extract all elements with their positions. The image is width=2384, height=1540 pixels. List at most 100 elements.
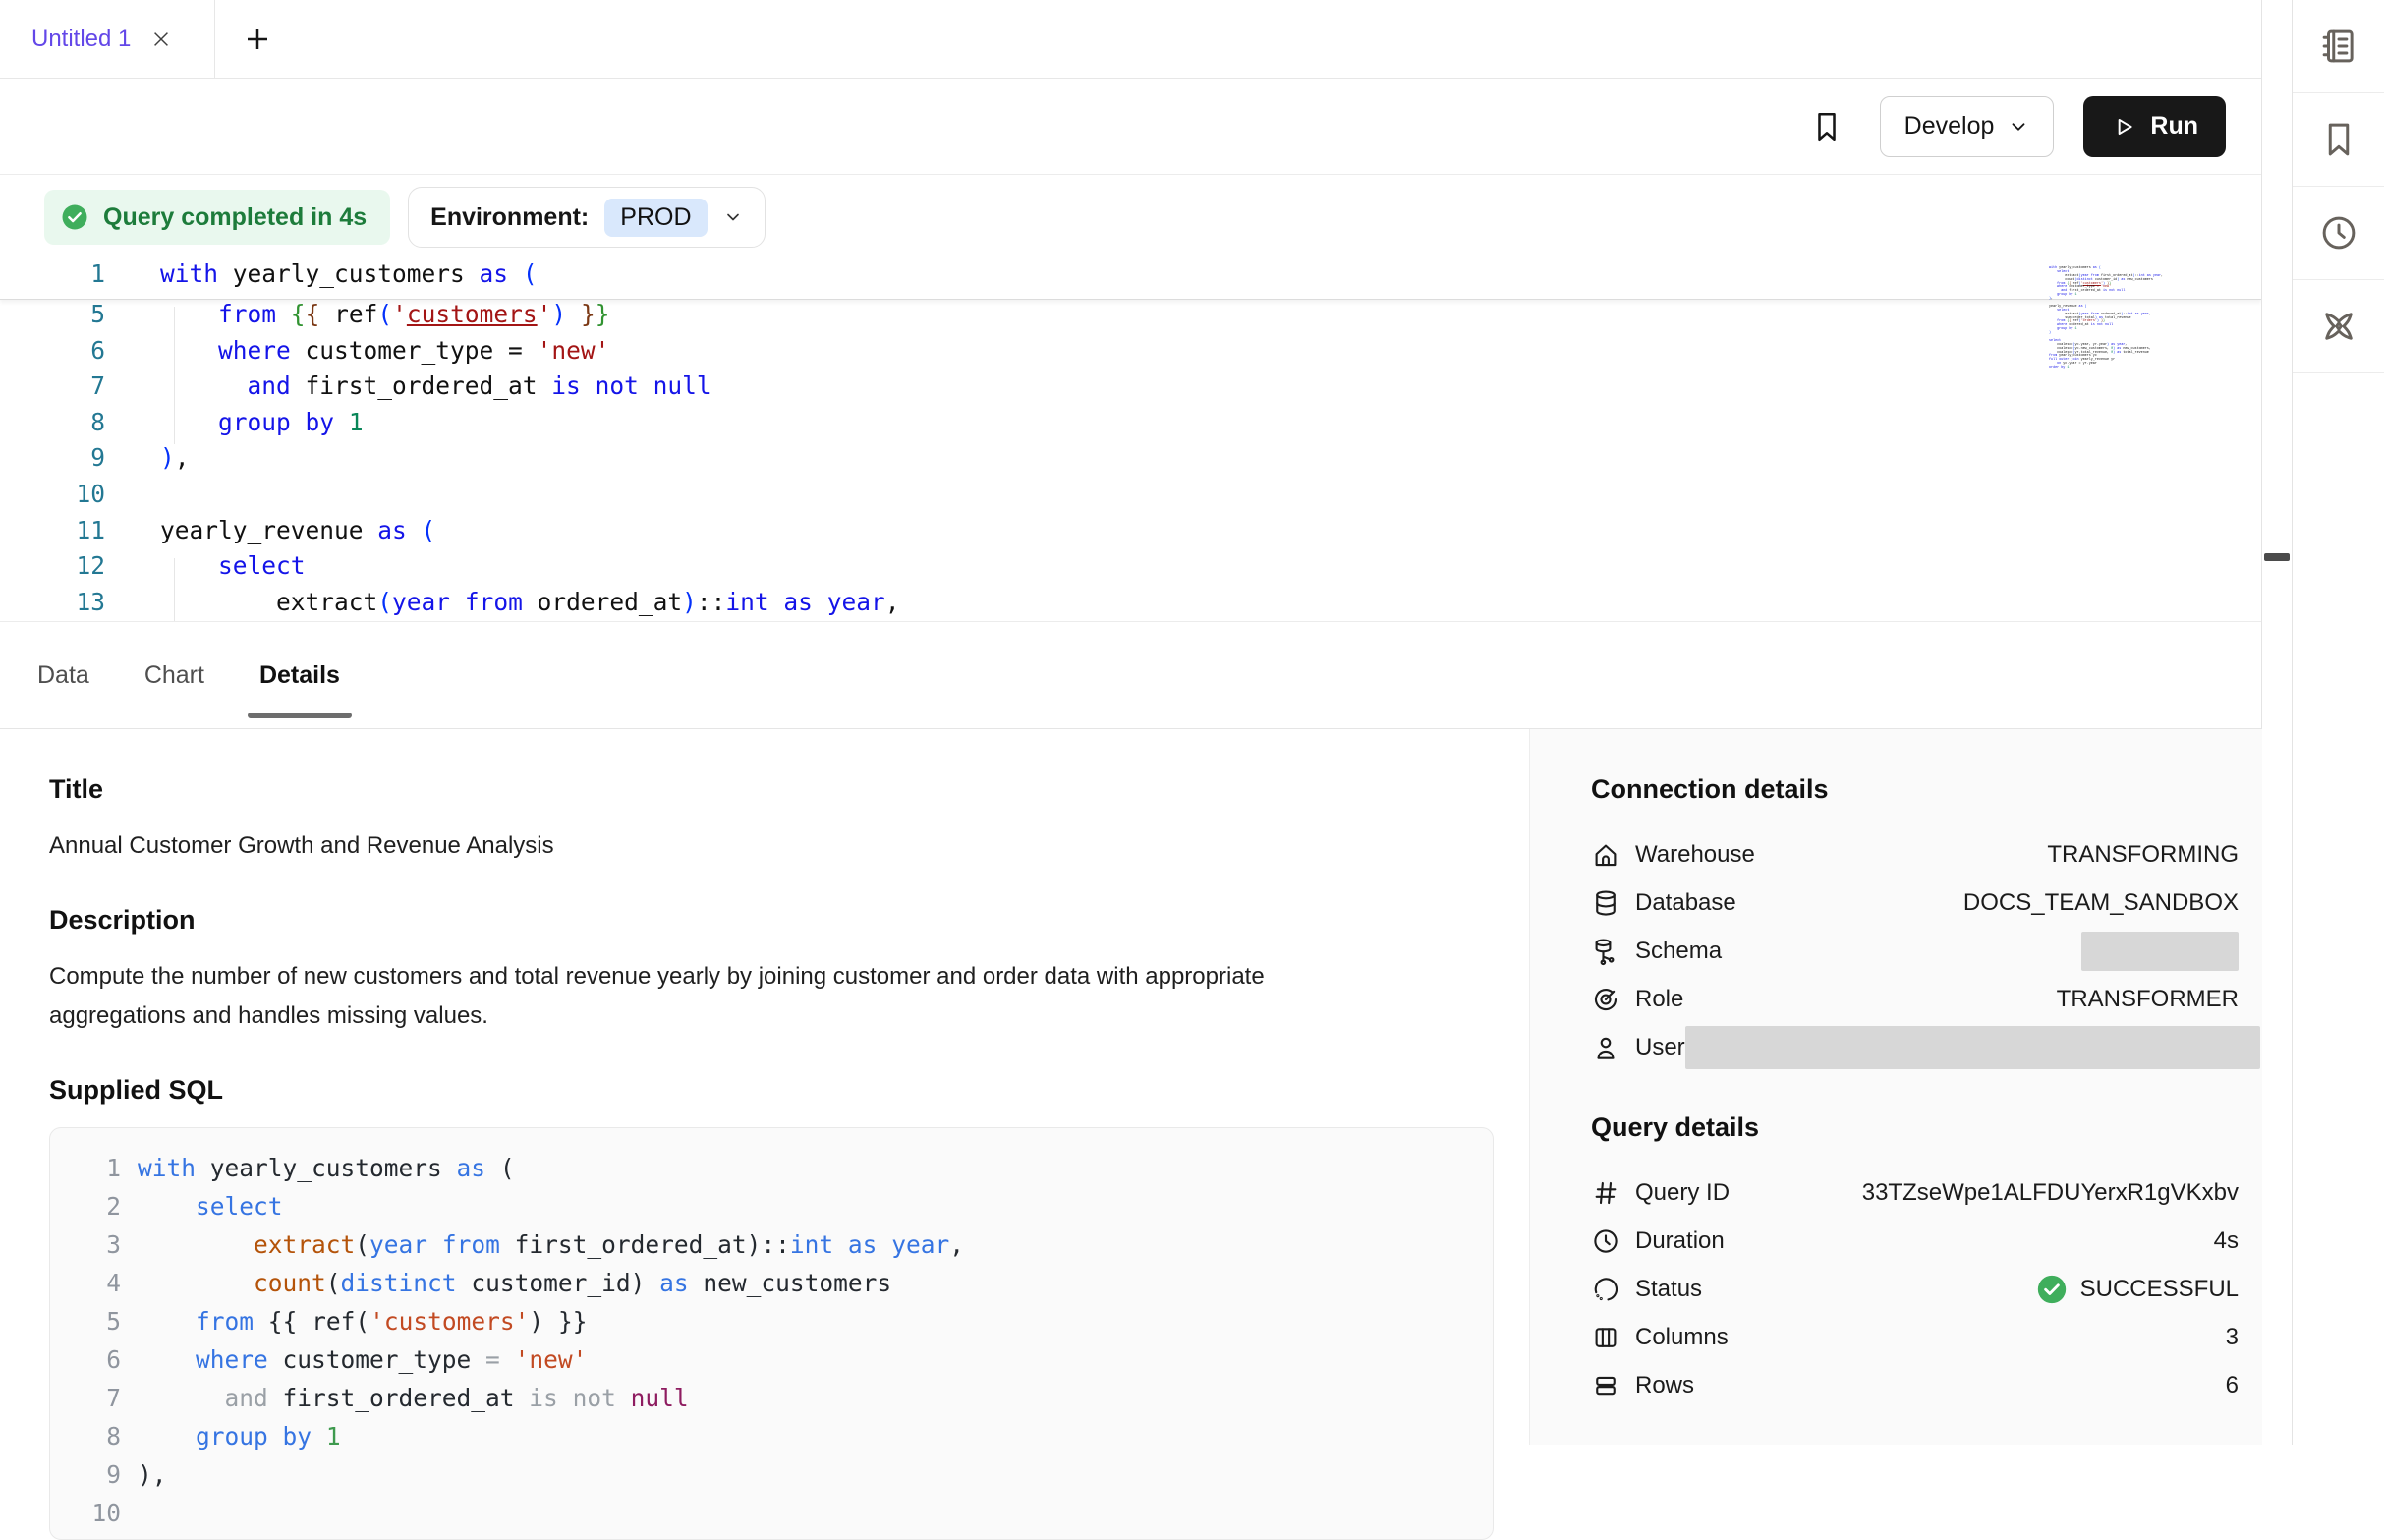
connection-details-list: Warehouse TRANSFORMING DatabaseDOCS_TEAM_S… bbox=[1591, 830, 2239, 1071]
detail-value-text: TRANSFORMER bbox=[2057, 986, 2239, 1013]
code-line: 9), bbox=[50, 1460, 1493, 1499]
code-line: 13 extract(year from ordered_at)::int as… bbox=[0, 588, 2261, 621]
line-number: 1 bbox=[50, 1154, 121, 1182]
detail-row: DatabaseDOCS_TEAM_SANDBOX bbox=[1591, 879, 2239, 927]
line-number: 7 bbox=[50, 1384, 121, 1412]
app-window: Untitled 1 Develop Run bbox=[0, 0, 2384, 1445]
detail-value bbox=[2081, 932, 2239, 971]
sticky-scroll-line[interactable]: 1with yearly_customers as ( bbox=[0, 259, 2261, 300]
detail-value-text: 6 bbox=[2226, 1372, 2239, 1399]
detail-label: Warehouse bbox=[1635, 841, 1755, 869]
panel-splitter[interactable] bbox=[2262, 0, 2293, 1445]
detail-value-text: 33TZseWpe1ALFDUYerxR1gVKxbv bbox=[1862, 1179, 2239, 1207]
clock-icon bbox=[1591, 1226, 1620, 1256]
details-main: Title Annual Customer Growth and Revenue… bbox=[0, 729, 1529, 1445]
chevron-down-icon bbox=[723, 207, 743, 227]
code-line: 2 select bbox=[50, 1192, 1493, 1230]
detail-row: Duration4s bbox=[1591, 1217, 2239, 1265]
line-number: 6 bbox=[0, 336, 105, 365]
supplied-sql-block: 1with yearly_customers as (2 select3 ext… bbox=[49, 1127, 1494, 1540]
splitter-drag-handle[interactable] bbox=[2264, 553, 2290, 561]
details-sidebar: Connection details WarehouseTRANSFORMING… bbox=[1529, 729, 2262, 1445]
code-line: 1with yearly_customers as ( bbox=[0, 259, 2261, 299]
detail-value: TRANSFORMING bbox=[2047, 841, 2239, 869]
sql-editor[interactable]: 1with yearly_customers as ( 5 from {{ re… bbox=[0, 259, 2261, 621]
run-button[interactable]: Run bbox=[2083, 96, 2226, 157]
environment-selector[interactable]: Environment: PROD bbox=[408, 187, 765, 248]
user-icon bbox=[1591, 1033, 1620, 1062]
description-heading: Description bbox=[49, 905, 1494, 936]
code-line: 9), bbox=[0, 443, 2261, 480]
hash-icon bbox=[1591, 1178, 1620, 1208]
minimap[interactable]: with yearly_customers as ( select extrac… bbox=[2049, 267, 2175, 371]
detail-row: Query ID 33TZseWpe1ALFDUYerxR1gVKxbv bbox=[1591, 1169, 2239, 1217]
schema-icon bbox=[1591, 937, 1620, 966]
line-number: 9 bbox=[0, 443, 105, 472]
editor-toolbar: Develop Run bbox=[0, 79, 2261, 175]
right-icon-sidebar bbox=[2293, 0, 2384, 1445]
code-line: 5 from {{ ref('customers') }} bbox=[50, 1307, 1493, 1345]
spinner-icon bbox=[1591, 1275, 1620, 1304]
query-details-heading: Query details bbox=[1591, 1112, 2239, 1143]
detail-row: Warehouse TRANSFORMING bbox=[1591, 830, 2239, 879]
code-line: 6 where customer_type = 'new' bbox=[0, 336, 2261, 372]
query-details-list: Query ID 33TZseWpe1ALFDUYerxR1gVKxbv Durat… bbox=[1591, 1169, 2239, 1409]
sparkle-x-button[interactable] bbox=[2293, 280, 2384, 373]
line-number: 3 bbox=[50, 1230, 121, 1259]
check-circle-icon bbox=[2035, 1273, 2069, 1306]
line-number: 5 bbox=[50, 1307, 121, 1336]
tab-title: Untitled 1 bbox=[31, 26, 131, 53]
history-icon bbox=[2318, 212, 2359, 254]
tab-chart[interactable]: Chart bbox=[144, 622, 204, 728]
indent-guide bbox=[174, 558, 175, 621]
chevron-down-icon bbox=[2008, 116, 2029, 138]
history-button[interactable] bbox=[2293, 187, 2384, 280]
detail-label: User bbox=[1635, 1034, 1685, 1061]
bookmark-button[interactable] bbox=[2293, 93, 2384, 187]
develop-label: Develop bbox=[1904, 112, 1995, 141]
detail-label: Query ID bbox=[1635, 1179, 1730, 1207]
tab-bar: Untitled 1 bbox=[0, 0, 2261, 79]
plus-icon bbox=[243, 25, 272, 54]
code-line: 4 count(distinct customer_id) as new_cus… bbox=[50, 1269, 1493, 1307]
result-tabs: Data Chart Details bbox=[0, 621, 2261, 729]
detail-row: Rows6 bbox=[1591, 1361, 2239, 1409]
line-number: 7 bbox=[0, 371, 105, 400]
code-line: 8 group by 1 bbox=[0, 408, 2261, 444]
detail-label: Columns bbox=[1635, 1324, 1729, 1351]
code-line: order by 1 bbox=[2049, 367, 2175, 371]
new-tab-button[interactable] bbox=[237, 0, 278, 78]
details-panel: Title Annual Customer Growth and Revenue… bbox=[0, 729, 2261, 1445]
tab-data[interactable]: Data bbox=[37, 622, 89, 728]
main-panel: Untitled 1 Develop Run bbox=[0, 0, 2262, 1445]
environment-value-badge: PROD bbox=[604, 199, 707, 237]
run-label: Run bbox=[2150, 112, 2198, 141]
detail-label: Schema bbox=[1635, 938, 1722, 965]
warehouse-icon bbox=[1591, 840, 1620, 870]
detail-label: Duration bbox=[1635, 1227, 1725, 1255]
detail-label: Role bbox=[1635, 986, 1683, 1013]
role-icon bbox=[1591, 985, 1620, 1014]
line-number: 6 bbox=[50, 1345, 121, 1374]
line-number: 2 bbox=[50, 1192, 121, 1221]
code-line: 8 group by 1 bbox=[50, 1422, 1493, 1460]
line-number: 4 bbox=[50, 1269, 121, 1297]
close-icon[interactable] bbox=[150, 29, 172, 50]
bookmark-icon bbox=[2318, 119, 2359, 160]
code-line: 7 and first_ordered_at is not null bbox=[0, 371, 2261, 408]
code-line: 1with yearly_customers as ( bbox=[50, 1154, 1493, 1192]
detail-label: Database bbox=[1635, 889, 1736, 917]
detail-row: User bbox=[1591, 1023, 2239, 1071]
tab-details[interactable]: Details bbox=[259, 622, 340, 728]
detail-value: 6 bbox=[2226, 1372, 2239, 1399]
redacted-value bbox=[2081, 932, 2239, 971]
code-line: 7 and first_ordered_at is not null bbox=[50, 1384, 1493, 1422]
notebook-button[interactable] bbox=[2293, 0, 2384, 93]
code-line: 12 select bbox=[0, 551, 2261, 588]
code-line: 5 from {{ ref('customers') }} bbox=[0, 300, 2261, 336]
tab-untitled-1[interactable]: Untitled 1 bbox=[0, 0, 215, 78]
environment-label: Environment: bbox=[430, 203, 589, 232]
develop-dropdown[interactable]: Develop bbox=[1880, 96, 2055, 157]
bookmark-button[interactable] bbox=[1803, 108, 1850, 145]
query-status-badge: Query completed in 4s bbox=[44, 190, 390, 245]
